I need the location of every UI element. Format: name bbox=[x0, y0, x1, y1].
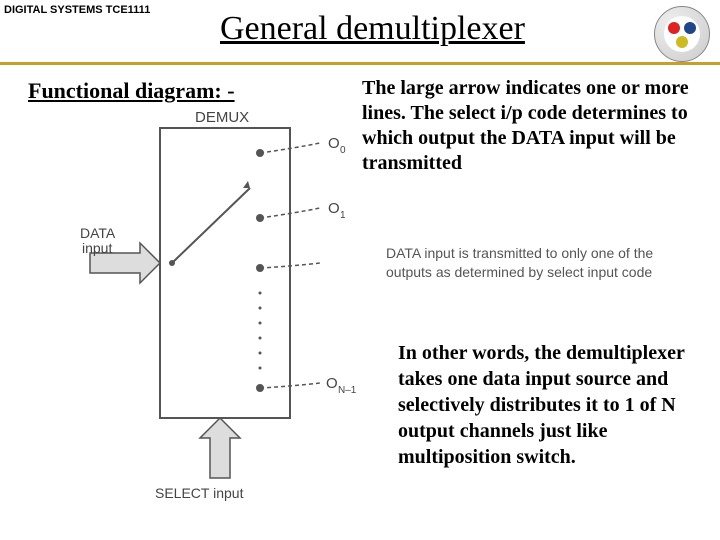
data-input-label: DATA bbox=[80, 225, 116, 241]
output-n-sub: N–1 bbox=[338, 385, 357, 396]
institution-logo bbox=[654, 6, 710, 62]
demux-label: DEMUX bbox=[195, 109, 249, 126]
course-label: DIGITAL SYSTEMS TCE1111 bbox=[4, 4, 150, 16]
output-n-label: O bbox=[326, 375, 338, 392]
select-input-label: SELECT input bbox=[155, 485, 244, 501]
page-title: General demultiplexer bbox=[220, 10, 525, 48]
diagram-caption: DATA input is transmitted to only one of… bbox=[386, 244, 676, 282]
output-0-sub: 0 bbox=[340, 145, 346, 156]
output-0-label: O bbox=[328, 135, 340, 152]
note-text: The large arrow indicates one or more li… bbox=[362, 76, 708, 176]
output-1-label: O bbox=[328, 200, 340, 217]
summary-paragraph: In other words, the demultiplexer takes … bbox=[398, 340, 698, 470]
demux-diagram: DEMUX DATA input O 0 O 1 O N–1 SELECT in… bbox=[60, 108, 380, 508]
output-1-sub: 1 bbox=[340, 210, 346, 221]
section-heading: Functional diagram: - bbox=[28, 78, 235, 104]
header-divider bbox=[0, 62, 720, 65]
data-input-label2: input bbox=[82, 240, 112, 256]
